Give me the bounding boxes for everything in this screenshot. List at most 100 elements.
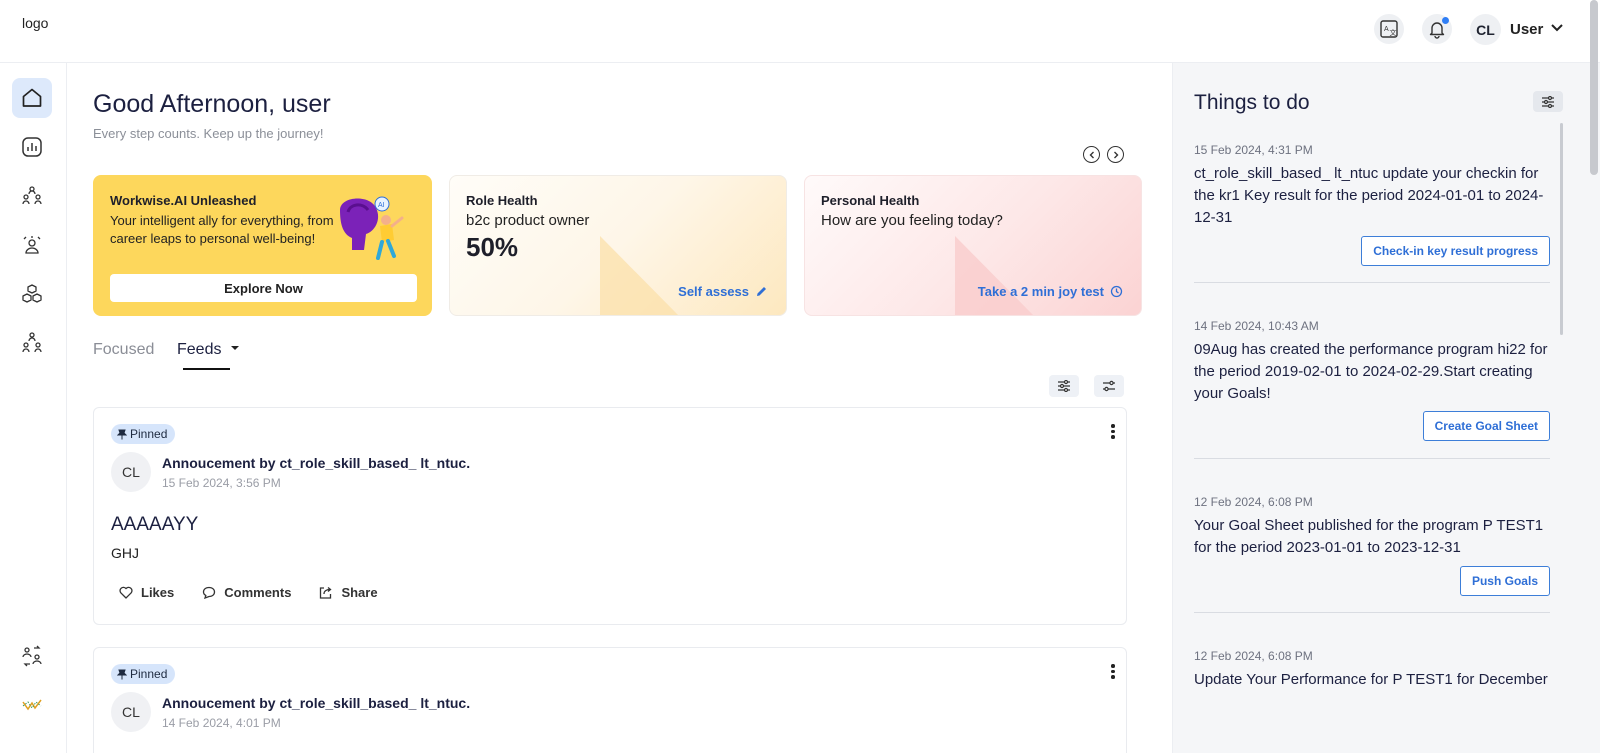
explore-now-button[interactable]: Explore Now: [110, 274, 417, 302]
divider: [1194, 458, 1550, 459]
notification-dot: [1442, 17, 1449, 24]
todo-text: Your Goal Sheet published for the progra…: [1194, 517, 1544, 556]
card-decoration: [600, 236, 679, 315]
share-label: Share: [341, 585, 378, 600]
ai-card-title: Workwise.AI Unleashed: [110, 193, 257, 208]
nav-home[interactable]: [12, 78, 52, 118]
caret-down-icon: [230, 346, 239, 350]
feed-settings-button[interactable]: [1094, 375, 1124, 397]
trend-icon: [22, 699, 42, 711]
comment-label: Comments: [224, 585, 292, 600]
todo-date: 12 Feb 2024, 6:08 PM: [1194, 495, 1313, 509]
ai-illustration: AI: [340, 196, 404, 260]
todo-item: 14 Feb 2024, 10:43 AM 09Aug has created …: [1194, 319, 1550, 444]
todo-item: 12 Feb 2024, 6:08 PM Your Goal Sheet pub…: [1194, 495, 1550, 600]
post-author[interactable]: Annoucement by ct_role_skill_based_ lt_n…: [162, 455, 470, 471]
main-content: Good Afternoon, user Every step counts. …: [67, 63, 1172, 753]
role-name: b2c product owner: [466, 212, 590, 229]
nav-people[interactable]: [12, 225, 52, 265]
chevron-right-icon: [1113, 151, 1118, 158]
hierarchy-icon: [22, 332, 42, 353]
personal-health-card: Personal Health How are you feeling toda…: [804, 175, 1142, 316]
pin-icon: [117, 669, 127, 679]
nav-modules[interactable]: [12, 274, 52, 314]
post-timestamp: 14 Feb 2024, 4:01 PM: [162, 716, 281, 730]
joy-test-link[interactable]: Take a 2 min joy test: [978, 284, 1123, 299]
todo-date: 12 Feb 2024, 6:08 PM: [1194, 649, 1313, 663]
nav-team[interactable]: [12, 176, 52, 216]
avatar[interactable]: CL: [111, 692, 151, 732]
tab-focused[interactable]: Focused: [93, 341, 154, 359]
tab-feeds[interactable]: Feeds: [177, 341, 240, 359]
feed-post: Pinned CL Annoucement by ct_role_skill_b…: [93, 647, 1127, 753]
todo-item: 15 Feb 2024, 4:31 PM ct_role_skill_based…: [1194, 143, 1550, 268]
analytics-icon: [22, 137, 42, 157]
more-options-icon[interactable]: [1110, 424, 1116, 439]
post-author[interactable]: Annoucement by ct_role_skill_based_ lt_n…: [162, 695, 470, 711]
svg-text:文: 文: [1390, 28, 1397, 37]
nav-trends[interactable]: [12, 685, 52, 725]
like-label: Likes: [141, 585, 175, 600]
role-health-title: Role Health: [466, 193, 538, 208]
pinned-label: Pinned: [130, 427, 168, 441]
todo-text: Update Your Performance for P TEST1 for …: [1194, 671, 1548, 688]
feed-post: Pinned CL Annoucement by ct_role_skill_b…: [93, 407, 1127, 625]
todo-date: 14 Feb 2024, 10:43 AM: [1194, 319, 1319, 333]
chevron-left-icon: [1089, 151, 1094, 158]
chevron-down-icon[interactable]: [1550, 23, 1564, 33]
post-timestamp: 15 Feb 2024, 3:56 PM: [162, 476, 281, 490]
check-in-button[interactable]: Check-in key result progress: [1361, 236, 1550, 266]
panel-title: Things to do: [1194, 91, 1310, 114]
heart-icon: [119, 586, 133, 599]
personal-health-question: How are you feeling today?: [821, 212, 1003, 229]
top-bar: logo A文 CL User: [0, 0, 1600, 63]
user-menu-label[interactable]: User: [1510, 21, 1543, 38]
page-scrollbar[interactable]: [1590, 0, 1598, 175]
toggle-settings-icon: [1103, 380, 1115, 392]
todo-item: 12 Feb 2024, 6:08 PM Update Your Perform…: [1194, 649, 1550, 729]
user-avatar[interactable]: CL: [1470, 14, 1501, 45]
carousel-next-button[interactable]: [1107, 146, 1124, 163]
ai-promo-card: Workwise.AI Unleashed Your intelligent a…: [93, 175, 432, 316]
post-body: GHJ: [111, 545, 139, 561]
post-actions: Likes Comments Share: [119, 585, 378, 600]
share-button[interactable]: Share: [319, 585, 378, 600]
self-assess-label: Self assess: [678, 284, 749, 299]
todo-text: 09Aug has created the performance progra…: [1194, 341, 1548, 402]
things-to-do-panel: Things to do 15 Feb 2024, 4:31 PM ct_rol…: [1172, 63, 1600, 753]
translate-icon[interactable]: A文: [1374, 14, 1404, 44]
carousel-prev-button[interactable]: [1083, 146, 1100, 163]
nav-analytics[interactable]: [12, 127, 52, 167]
panel-scrollbar[interactable]: [1560, 123, 1563, 335]
push-goals-button[interactable]: Push Goals: [1459, 566, 1550, 596]
comment-button[interactable]: Comments: [202, 585, 291, 600]
joy-test-label: Take a 2 min joy test: [977, 284, 1104, 299]
todo-text: ct_role_skill_based_ lt_ntuc update your…: [1194, 165, 1544, 226]
pinned-label: Pinned: [130, 667, 168, 681]
role-health-value: 50%: [466, 232, 519, 262]
todo-filter-button[interactable]: [1533, 91, 1563, 112]
feed-filter-button[interactable]: [1049, 375, 1079, 397]
nav-switch-users[interactable]: [12, 636, 52, 676]
clock-icon: [1110, 285, 1123, 298]
more-options-icon[interactable]: [1110, 664, 1116, 679]
avatar[interactable]: CL: [111, 452, 151, 492]
todo-date: 15 Feb 2024, 4:31 PM: [1194, 143, 1313, 157]
pinned-badge: Pinned: [111, 664, 176, 684]
like-button[interactable]: Likes: [119, 585, 174, 600]
pinned-badge: Pinned: [111, 424, 176, 444]
page-subtitle: Every step counts. Keep up the journey!: [93, 126, 324, 141]
ai-badge-text: AI: [378, 202, 385, 209]
share-icon: [320, 586, 332, 599]
self-assess-link[interactable]: Self assess: [678, 284, 768, 299]
svg-text:A: A: [1384, 26, 1389, 33]
create-goal-sheet-button[interactable]: Create Goal Sheet: [1422, 411, 1550, 441]
active-tab-indicator: [183, 368, 230, 370]
bell-icon[interactable]: [1422, 14, 1452, 44]
cubes-icon: [22, 284, 42, 303]
logo[interactable]: logo: [22, 15, 48, 31]
comment-icon: [203, 586, 216, 599]
pencil-icon: [757, 287, 766, 296]
nav-hierarchy[interactable]: [12, 323, 52, 363]
home-icon: [22, 88, 42, 107]
